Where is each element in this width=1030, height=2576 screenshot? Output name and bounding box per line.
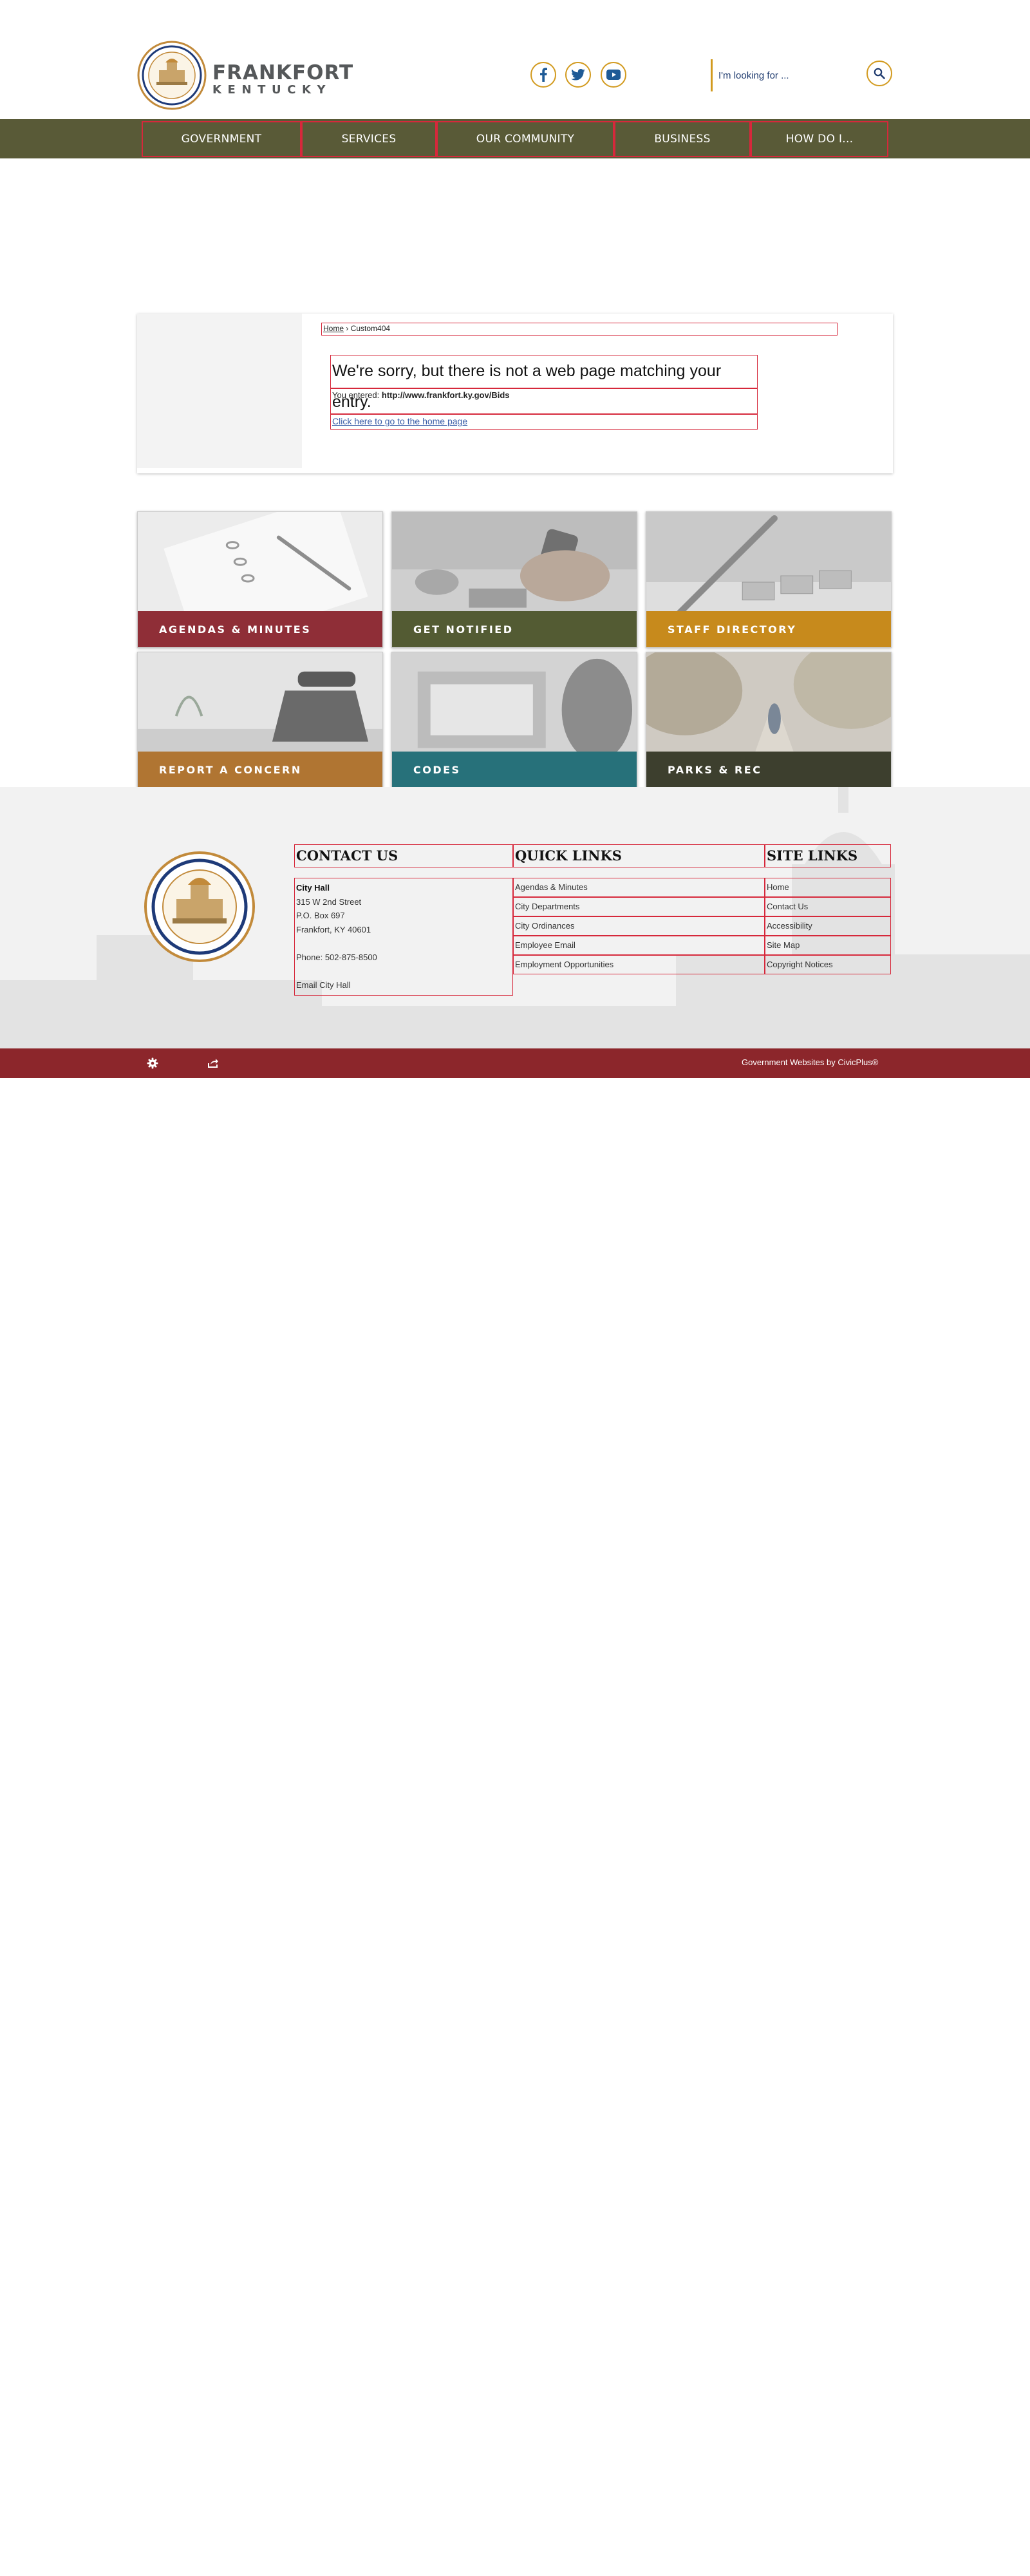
breadcrumb: Home › Custom404 (321, 323, 838, 336)
contact-city: Frankfort, KY 40601 (296, 924, 371, 934)
facebook-icon (540, 68, 547, 82)
twitter-link[interactable] (565, 62, 591, 88)
tile-get-notified[interactable]: GET NOTIFIED (391, 511, 637, 648)
tile-parks-label: PARKS & REC (646, 752, 891, 788)
tile-codes[interactable]: CODES (391, 652, 637, 788)
contact-street: 315 W 2nd Street (296, 896, 362, 907)
quick-link-agendas[interactable]: Agendas & Minutes (513, 878, 765, 897)
contact-us-heading: CONTACT US (294, 844, 513, 867)
tile-notified-label: GET NOTIFIED (392, 611, 637, 647)
nav-item-government[interactable]: GOVERNMENT (142, 121, 301, 157)
state-name: KENTUCKY (212, 83, 332, 97)
quick-link-employee-email[interactable]: Employee Email (513, 936, 765, 955)
search-divider (711, 59, 713, 91)
gear-icon[interactable] (147, 1057, 158, 1069)
site-link-sitemap[interactable]: Site Map (765, 936, 891, 955)
youtube-icon (606, 70, 621, 80)
youtube-link[interactable] (601, 62, 626, 88)
site-header: FRANKFORT KENTUCKY (0, 0, 1030, 119)
tile-staff-directory[interactable]: STAFF DIRECTORY (646, 511, 892, 648)
site-link-copyright[interactable]: Copyright Notices (765, 955, 891, 974)
contact-phone: Phone: 502-875-8500 (296, 952, 377, 962)
twitter-icon (571, 69, 585, 80)
entered-url: http://www.frankfort.ky.gov/Bids (381, 390, 510, 400)
nav-item-how-do-i[interactable]: HOW DO I... (751, 121, 888, 157)
quick-link-employment[interactable]: Employment Opportunities (513, 955, 765, 974)
contact-po-box: P.O. Box 697 (296, 911, 345, 920)
quick-link-departments[interactable]: City Departments (513, 897, 765, 916)
site-link-accessibility[interactable]: Accessibility (765, 916, 891, 936)
contact-info: City Hall 315 W 2nd Street P.O. Box 697 … (294, 878, 513, 996)
site-logo-text[interactable]: FRANKFORT KENTUCKY (212, 62, 353, 97)
breadcrumb-home-link[interactable]: Home (323, 324, 344, 333)
city-seal-logo[interactable] (137, 41, 207, 110)
site-link-contact[interactable]: Contact Us (765, 897, 891, 916)
main-navigation: GOVERNMENT SERVICES OUR COMMUNITY BUSINE… (0, 119, 1030, 158)
nav-item-services[interactable]: SERVICES (301, 121, 436, 157)
error-heading: We're sorry, but there is not a web page… (330, 355, 758, 411)
tile-agendas-label: AGENDAS & MINUTES (138, 611, 382, 647)
entered-label: You entered: (332, 390, 382, 400)
nav-item-our-community[interactable]: OUR COMMUNITY (436, 121, 614, 157)
home-page-link[interactable]: Click here to go to the home page (330, 414, 758, 430)
search-icon (874, 68, 885, 79)
quick-links-heading: QUICK LINKS (513, 844, 765, 867)
search-button[interactable] (866, 61, 892, 86)
tile-staff-label: STAFF DIRECTORY (646, 611, 891, 647)
facebook-link[interactable] (530, 62, 556, 88)
city-name: FRANKFORT (212, 61, 354, 84)
breadcrumb-separator: › (344, 324, 351, 333)
quick-link-ordinances[interactable]: City Ordinances (513, 916, 765, 936)
tile-agendas-minutes[interactable]: AGENDAS & MINUTES (137, 511, 383, 648)
tile-report-concern[interactable]: REPORT A CONCERN (137, 652, 383, 788)
email-city-hall-link[interactable]: Email City Hall (296, 978, 511, 992)
tile-concern-label: REPORT A CONCERN (138, 752, 382, 788)
breadcrumb-current: Custom404 (350, 324, 391, 333)
tile-codes-label: CODES (392, 752, 637, 788)
footer-city-seal (144, 851, 255, 962)
error-entered-url: You entered: http://www.frankfort.ky.gov… (330, 388, 758, 414)
nav-item-business[interactable]: BUSINESS (614, 121, 751, 157)
site-link-home[interactable]: Home (765, 878, 891, 897)
site-links-heading: SITE LINKS (765, 844, 891, 867)
content-sidebar (137, 314, 302, 468)
share-icon[interactable] (207, 1057, 219, 1069)
contact-name: City Hall (296, 883, 330, 893)
content-panel: Home › Custom404 We're sorry, but there … (137, 314, 893, 473)
civicplus-credit-link[interactable]: Government Websites by CivicPlus® (742, 1057, 878, 1067)
tile-parks-rec[interactable]: PARKS & REC (646, 652, 892, 788)
bottom-bar: Government Websites by CivicPlus® (0, 1048, 1030, 1078)
search-input[interactable] (718, 64, 860, 86)
